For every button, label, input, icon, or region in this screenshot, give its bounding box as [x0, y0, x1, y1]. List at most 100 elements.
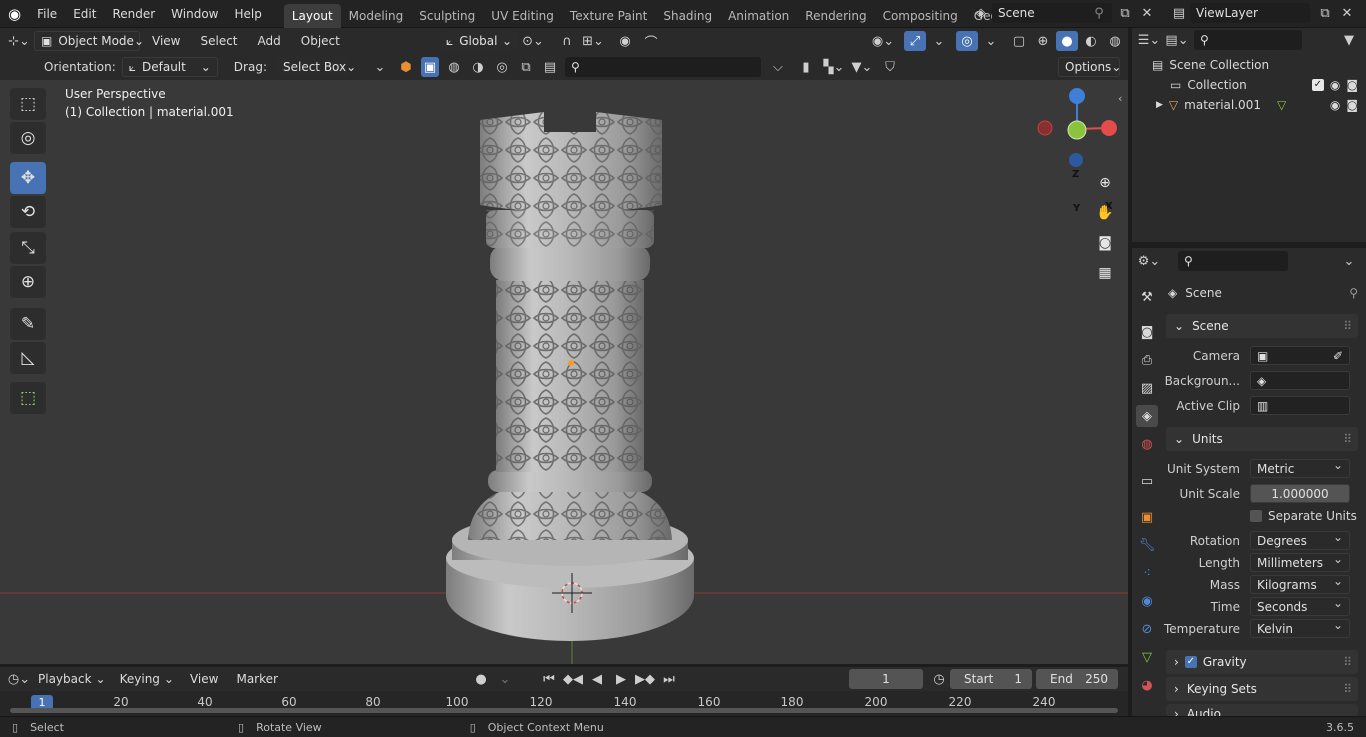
rotation-select[interactable]: Degrees	[1250, 531, 1350, 550]
new-viewlayer-icon[interactable]: ⧉	[1314, 3, 1336, 23]
drag-select[interactable]: Select Box ⌄	[276, 57, 356, 77]
record-menu-icon[interactable]: ⌄	[494, 669, 516, 689]
outliner-search-input[interactable]: ⚲	[1194, 30, 1302, 50]
eyedropper-icon[interactable]: ✐	[1333, 349, 1343, 363]
select-mode-other-icon[interactable]: ▤	[541, 57, 559, 77]
select-mode-invert-icon[interactable]: ◎	[493, 57, 511, 77]
options-button[interactable]: Options ⌄	[1058, 57, 1121, 77]
scene-section-header[interactable]: ⌄ Scene ⠿	[1166, 314, 1358, 338]
xray-icon[interactable]: ▢	[1008, 31, 1030, 51]
transform-tool[interactable]: ⊕	[10, 266, 46, 298]
gravity-checkbox[interactable]: ✓	[1184, 656, 1197, 668]
outliner-editor-icon[interactable]: ☰⌄	[1138, 30, 1161, 50]
mode-select[interactable]: ▣ Object Mode ⌄	[34, 31, 144, 51]
eye-icon[interactable]: ◉	[1330, 98, 1340, 112]
marker-menu[interactable]: Marker	[228, 667, 285, 691]
output-tab-icon[interactable]: ⎙	[1136, 349, 1158, 371]
select-mode-intersect-icon[interactable]: ⧉	[517, 57, 535, 77]
drag-handle-icon[interactable]: ⠿	[1343, 319, 1352, 333]
move-tool[interactable]: ✥	[10, 162, 46, 194]
physics-tab-icon[interactable]: ◉	[1136, 590, 1158, 612]
world-tab-icon[interactable]: ◍	[1136, 433, 1158, 455]
jump-end-icon[interactable]: ⏭	[658, 669, 680, 689]
units-section-header[interactable]: ⌄ Units ⠿	[1166, 427, 1358, 451]
proportional-edit-icon[interactable]: ◉	[614, 31, 636, 51]
tool-tab-icon[interactable]: ⚒	[1136, 286, 1158, 308]
pivot-icon[interactable]: ⊙⌄	[522, 31, 544, 51]
select-box-tool[interactable]: ⬚	[10, 88, 46, 120]
outliner-row-material[interactable]: ▶ ▽ material.001 ▽ ◉ ◙	[1156, 96, 1366, 114]
editor-type-icon[interactable]: ⊹⌄	[8, 31, 30, 51]
viewlayer-name-field[interactable]: ViewLayer	[1190, 3, 1310, 23]
scene-icon[interactable]: ◈	[970, 3, 992, 23]
gizmo-toggle-icon[interactable]: ⤢	[904, 31, 926, 51]
gravity-section-header[interactable]: › ✓ Gravity ⠿	[1166, 650, 1358, 674]
display-mode-icon[interactable]: ▤⌄	[1165, 30, 1188, 50]
camera-field[interactable]: ▣ ✐	[1250, 346, 1350, 365]
menu-render[interactable]: Render	[104, 0, 163, 28]
constraints-tab-icon[interactable]: ⊘	[1136, 618, 1158, 640]
tab-uv-editing[interactable]: UV Editing	[483, 4, 562, 28]
background-field[interactable]: ◈	[1250, 371, 1350, 390]
timeline-view-menu[interactable]: View	[182, 667, 226, 691]
scene-tab-icon[interactable]: ◈	[1136, 405, 1158, 427]
overlay-menu-icon[interactable]: ⌄	[980, 31, 1002, 51]
add-cube-tool[interactable]: ⬚	[10, 382, 46, 414]
data-tab-icon[interactable]: ▽	[1136, 646, 1158, 668]
blender-logo-icon[interactable]: ◉	[0, 0, 29, 28]
tab-texture-paint[interactable]: Texture Paint	[562, 4, 655, 28]
length-select[interactable]: Millimeters	[1250, 553, 1350, 572]
tab-shading[interactable]: Shading	[655, 4, 720, 28]
select-mode-set-icon[interactable]: ▣	[420, 57, 439, 77]
keying-menu[interactable]: Keying ⌄	[114, 667, 180, 691]
timeline-ruler[interactable]: 1 20 40 60 80 100 120 140 160 180 200 22…	[0, 691, 1128, 716]
temperature-select[interactable]: Kelvin	[1250, 619, 1350, 638]
menu-object[interactable]: Object	[293, 28, 348, 54]
keying-sets-section-header[interactable]: › Keying Sets ⠿	[1166, 677, 1358, 701]
play-reverse-icon[interactable]: ◀	[586, 669, 608, 689]
delete-scene-icon[interactable]: ✕	[1136, 3, 1158, 23]
view-layer-tab-icon[interactable]: ▨	[1136, 377, 1158, 399]
menu-file[interactable]: File	[29, 0, 65, 28]
checkbox-icon[interactable]: ✓	[1311, 79, 1324, 91]
tab-modeling[interactable]: Modeling	[341, 4, 412, 28]
separate-units-checkbox[interactable]: Separate Units	[1250, 508, 1357, 524]
shield-icon[interactable]: ⛉	[879, 57, 901, 77]
drag-handle-icon[interactable]: ⠿	[1343, 682, 1352, 696]
delete-viewlayer-icon[interactable]: ✕	[1336, 3, 1358, 23]
zoom-icon[interactable]: ⊕	[1092, 170, 1118, 196]
scale-tool[interactable]: ⤡	[10, 232, 46, 264]
tab-sculpting[interactable]: Sculpting	[411, 4, 483, 28]
rotate-tool[interactable]: ⟲	[10, 196, 46, 228]
cursor-tool[interactable]: ◎	[10, 122, 46, 154]
next-keyframe-icon[interactable]: ▶◆	[634, 669, 656, 689]
render-tab-icon[interactable]: ◙	[1136, 321, 1158, 343]
viewport-search-input[interactable]: ⚲	[564, 57, 761, 77]
ortho-grid-icon[interactable]: ▦	[1092, 260, 1118, 286]
tab-animation[interactable]: Animation	[720, 4, 797, 28]
falloff-icon[interactable]: ⌒	[640, 31, 662, 51]
camera-icon[interactable]: ◙	[1346, 98, 1358, 112]
time-select[interactable]: Seconds	[1250, 597, 1350, 616]
end-frame-field[interactable]: End 250	[1036, 669, 1118, 689]
particles-tab-icon[interactable]: ⁖	[1136, 562, 1158, 584]
filter-toggle-icon[interactable]: ⌵	[767, 57, 789, 77]
collapse-sidebar-icon[interactable]: ‹	[1118, 92, 1122, 105]
eye-icon[interactable]: ◉	[1330, 78, 1340, 92]
outliner-row-collection[interactable]: ▭ Collection ✓ ◉ ◙	[1170, 76, 1366, 94]
menu-window[interactable]: Window	[163, 0, 226, 28]
menu-edit[interactable]: Edit	[65, 0, 104, 28]
chevron-down-icon[interactable]: ⌄	[369, 57, 391, 77]
gizmo-y-label[interactable]: Y	[1073, 203, 1080, 214]
material-tab-icon[interactable]: ◕	[1136, 674, 1158, 696]
annotate-tool[interactable]: ✎	[10, 308, 46, 340]
timeline-scrollbar[interactable]	[10, 708, 1118, 713]
prev-keyframe-icon[interactable]: ◆◀	[562, 669, 584, 689]
play-icon[interactable]: ▶	[610, 669, 632, 689]
select-mode-subtract-icon[interactable]: ◑	[469, 57, 487, 77]
camera-icon[interactable]: ◙	[1346, 78, 1358, 92]
current-frame-field[interactable]: 1	[849, 669, 923, 689]
new-scene-icon[interactable]: ⧉	[1114, 3, 1136, 23]
gizmo-menu-icon[interactable]: ⌄	[928, 31, 950, 51]
menu-select[interactable]: Select	[192, 28, 245, 54]
